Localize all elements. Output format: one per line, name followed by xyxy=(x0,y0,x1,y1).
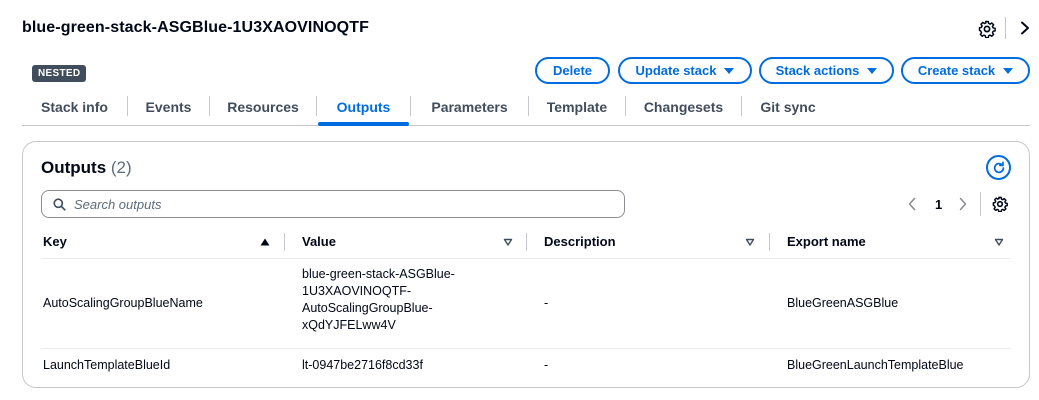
tab-outputs[interactable]: Outputs xyxy=(317,88,410,125)
table-cell-value: blue-green-stack-ASGBlue- 1U3XAOVINOQTF-… xyxy=(302,266,455,334)
outputs-count: (2) xyxy=(110,158,132,177)
table-cell-export-name: BlueGreenASGBlue xyxy=(787,296,899,310)
stack-actions-label: Stack actions xyxy=(775,63,860,78)
active-tab-indicator xyxy=(318,122,409,126)
column-divider[interactable] xyxy=(769,233,770,251)
table-header-divider xyxy=(41,258,1011,259)
chevron-right-icon[interactable] xyxy=(958,197,968,211)
value-line: xQdYJFELww4V xyxy=(302,318,396,332)
stack-actions-button[interactable]: Stack actions xyxy=(759,57,894,84)
current-page-number[interactable]: 1 xyxy=(935,197,942,212)
value-line: 1U3XAOVINOQTF- xyxy=(302,284,412,298)
update-stack-button[interactable]: Update stack xyxy=(618,57,752,84)
chevron-right-icon[interactable] xyxy=(1019,21,1031,35)
sort-ascending-icon[interactable] xyxy=(260,237,270,247)
page-title: blue-green-stack-ASGBlue-1U3XAOVINOQTF xyxy=(22,19,369,36)
create-stack-label: Create stack xyxy=(917,63,996,78)
column-divider[interactable] xyxy=(284,233,285,251)
table-cell-key: LaunchTemplateBlueId xyxy=(43,358,171,372)
sort-descending-icon[interactable] xyxy=(745,237,755,247)
value-line: AutoScalingGroupBlue- xyxy=(302,301,433,315)
caret-down-icon xyxy=(1003,67,1014,74)
sort-descending-icon[interactable] xyxy=(503,237,513,247)
chevron-left-icon[interactable] xyxy=(907,197,917,211)
create-stack-button[interactable]: Create stack xyxy=(901,57,1030,84)
tab-template[interactable]: Template xyxy=(529,88,625,125)
table-cell-export-name: BlueGreenLaunchTemplateBlue xyxy=(787,358,964,372)
search-input[interactable] xyxy=(74,196,574,212)
delete-button-label: Delete xyxy=(552,63,593,78)
table-cell-key: AutoScalingGroupBlueName xyxy=(43,296,203,310)
column-divider[interactable] xyxy=(526,233,527,251)
refresh-button[interactable] xyxy=(986,155,1011,180)
search-icon xyxy=(53,197,66,211)
outputs-panel: Outputs (2) 1 Key Value Description xyxy=(22,141,1030,388)
refresh-icon xyxy=(993,160,1004,173)
tab-events[interactable]: Events xyxy=(128,88,209,125)
outputs-title-text: Outputs xyxy=(41,158,107,177)
tab-git-sync[interactable]: Git sync xyxy=(742,88,834,125)
column-header-export-name[interactable]: Export name xyxy=(787,234,866,249)
tab-resources[interactable]: Resources xyxy=(210,88,316,125)
table-settings-gear-icon[interactable] xyxy=(992,196,1008,212)
update-stack-label: Update stack xyxy=(635,63,717,78)
value-line: blue-green-stack-ASGBlue- xyxy=(302,267,455,281)
table-row-divider xyxy=(41,348,1011,349)
tab-stack-info[interactable]: Stack info xyxy=(22,88,127,125)
tab-parameters[interactable]: Parameters xyxy=(411,88,528,125)
settings-gear-icon[interactable] xyxy=(978,20,996,38)
tab-changesets[interactable]: Changesets xyxy=(626,88,741,125)
column-header-description[interactable]: Description xyxy=(544,234,616,249)
table-cell-description: - xyxy=(544,296,549,310)
nested-badge: NESTED xyxy=(32,65,87,82)
delete-button[interactable]: Delete xyxy=(535,57,610,84)
sort-descending-icon[interactable] xyxy=(994,237,1004,247)
pager-divider xyxy=(980,192,981,216)
caret-down-icon xyxy=(867,67,878,74)
table-cell-value: lt-0947be2716f8cd33f xyxy=(302,358,423,372)
column-header-key[interactable]: Key xyxy=(43,234,67,249)
column-header-value[interactable]: Value xyxy=(302,234,336,249)
header-divider xyxy=(1005,17,1006,39)
tab-bar: Stack info Events Resources Outputs Para… xyxy=(22,88,1030,126)
search-field[interactable] xyxy=(41,190,625,218)
outputs-title: Outputs (2) xyxy=(41,158,132,178)
table-cell-description: - xyxy=(544,358,549,372)
caret-down-icon xyxy=(724,67,735,74)
